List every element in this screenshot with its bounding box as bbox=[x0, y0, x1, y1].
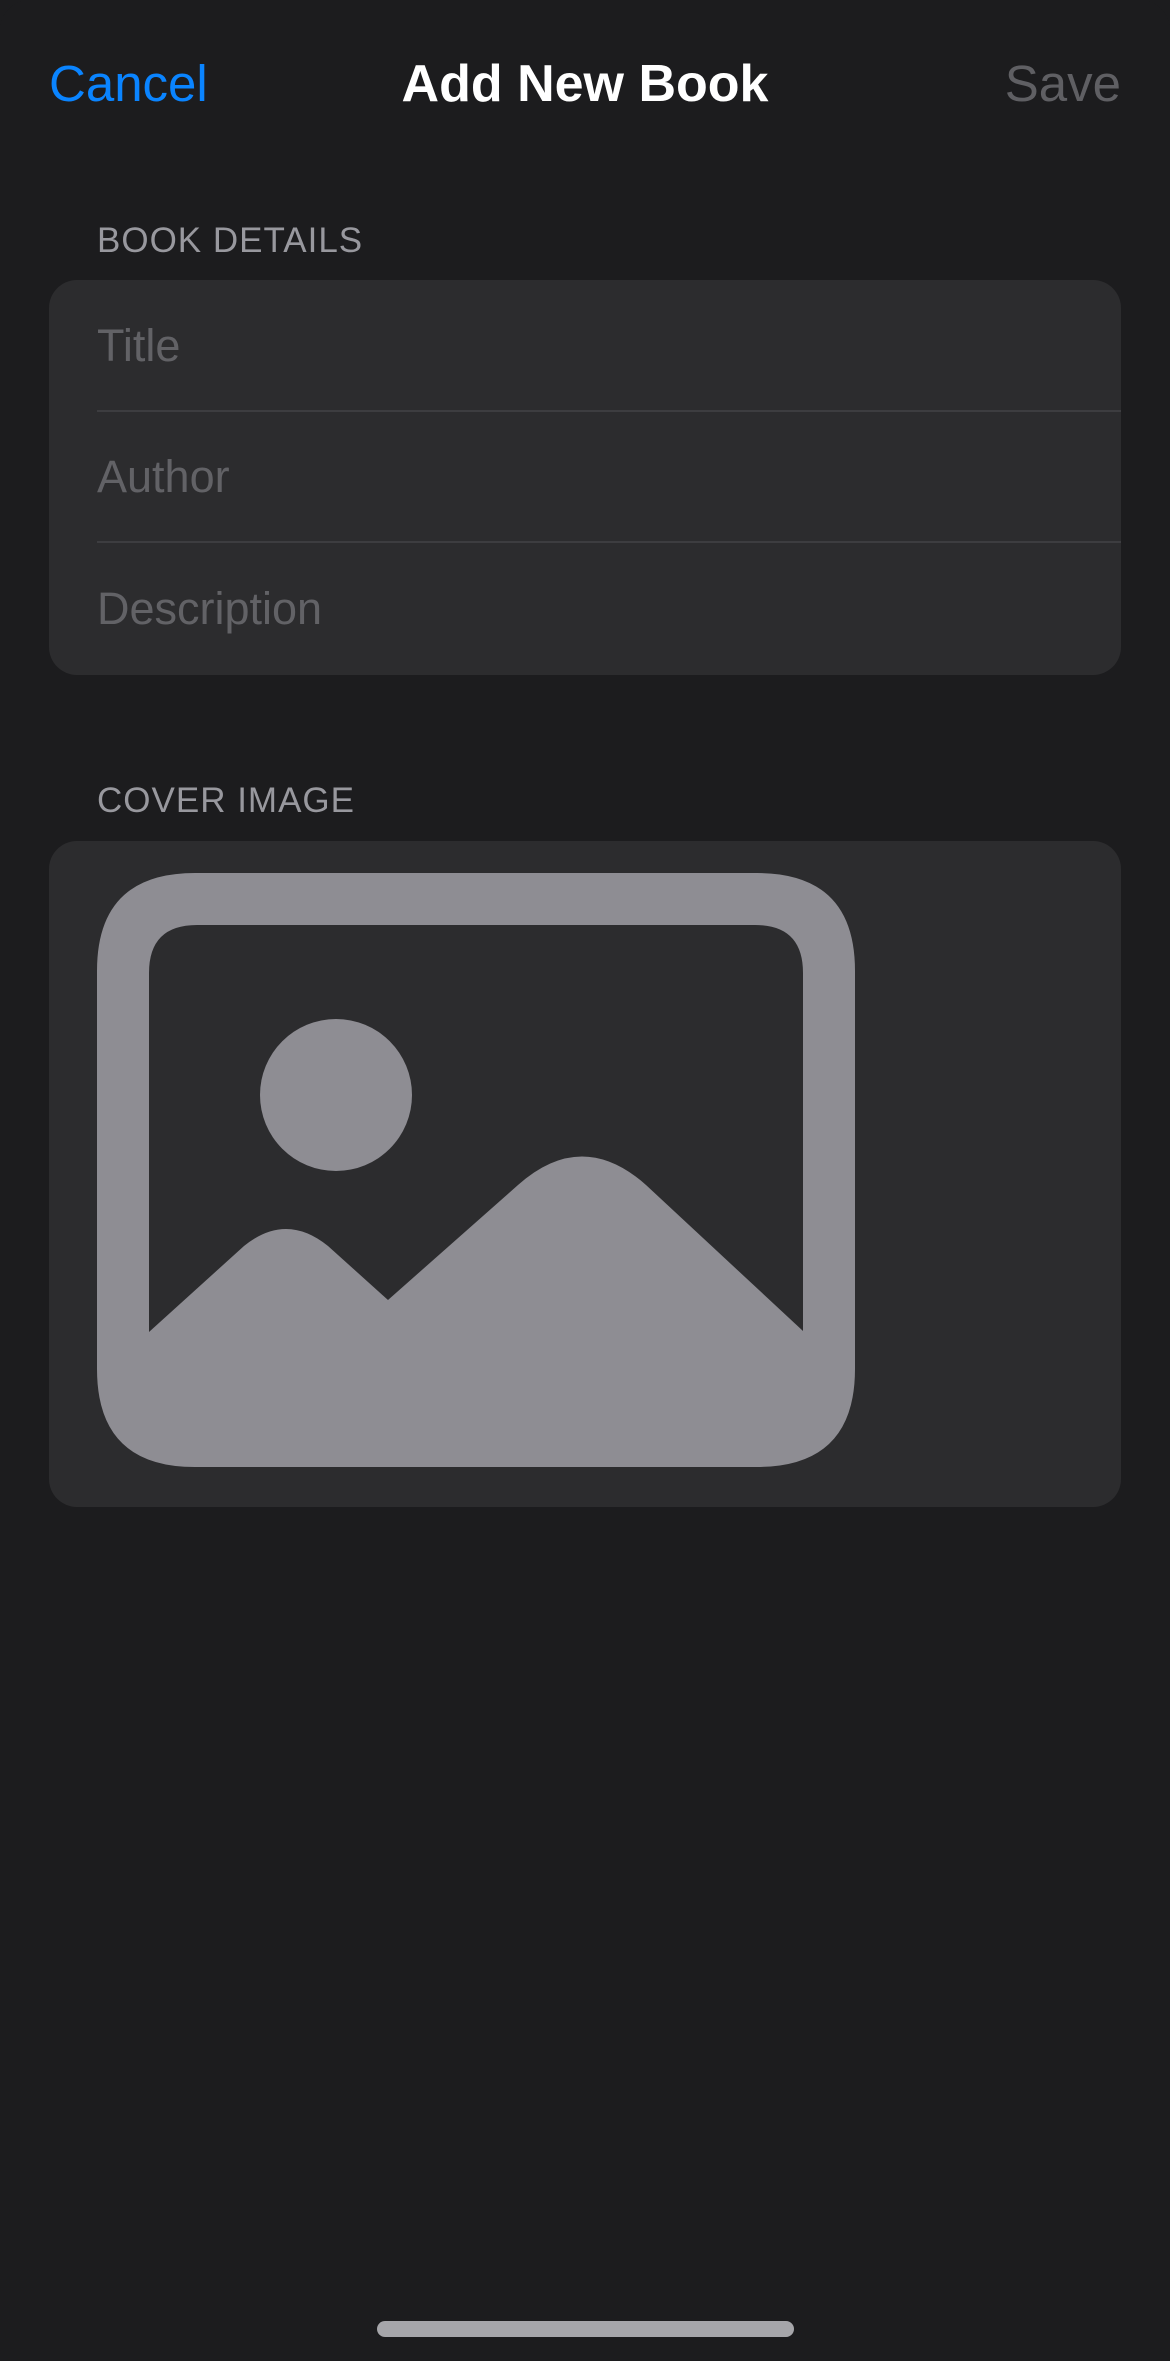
author-input[interactable] bbox=[97, 411, 1057, 542]
photo-placeholder-icon bbox=[97, 873, 855, 1467]
cover-image-group bbox=[49, 841, 1121, 1507]
cover-image-header: COVER IMAGE bbox=[97, 781, 355, 820]
navigation-bar: Cancel Add New Book Save bbox=[0, 0, 1170, 170]
cover-image-picker-button[interactable] bbox=[97, 873, 855, 1467]
title-input[interactable] bbox=[97, 280, 1057, 411]
description-field-row bbox=[97, 542, 1121, 675]
author-field-row bbox=[97, 411, 1121, 542]
title-field-row bbox=[97, 280, 1121, 411]
book-details-header: BOOK DETAILS bbox=[97, 221, 364, 260]
cancel-button[interactable]: Cancel bbox=[49, 52, 208, 116]
home-indicator bbox=[377, 2321, 794, 2337]
add-book-sheet: Cancel Add New Book Save BOOK DETAILS CO… bbox=[0, 0, 1170, 2361]
save-button[interactable]: Save bbox=[1005, 52, 1121, 116]
description-input[interactable] bbox=[97, 542, 1057, 675]
book-details-group bbox=[49, 280, 1121, 675]
